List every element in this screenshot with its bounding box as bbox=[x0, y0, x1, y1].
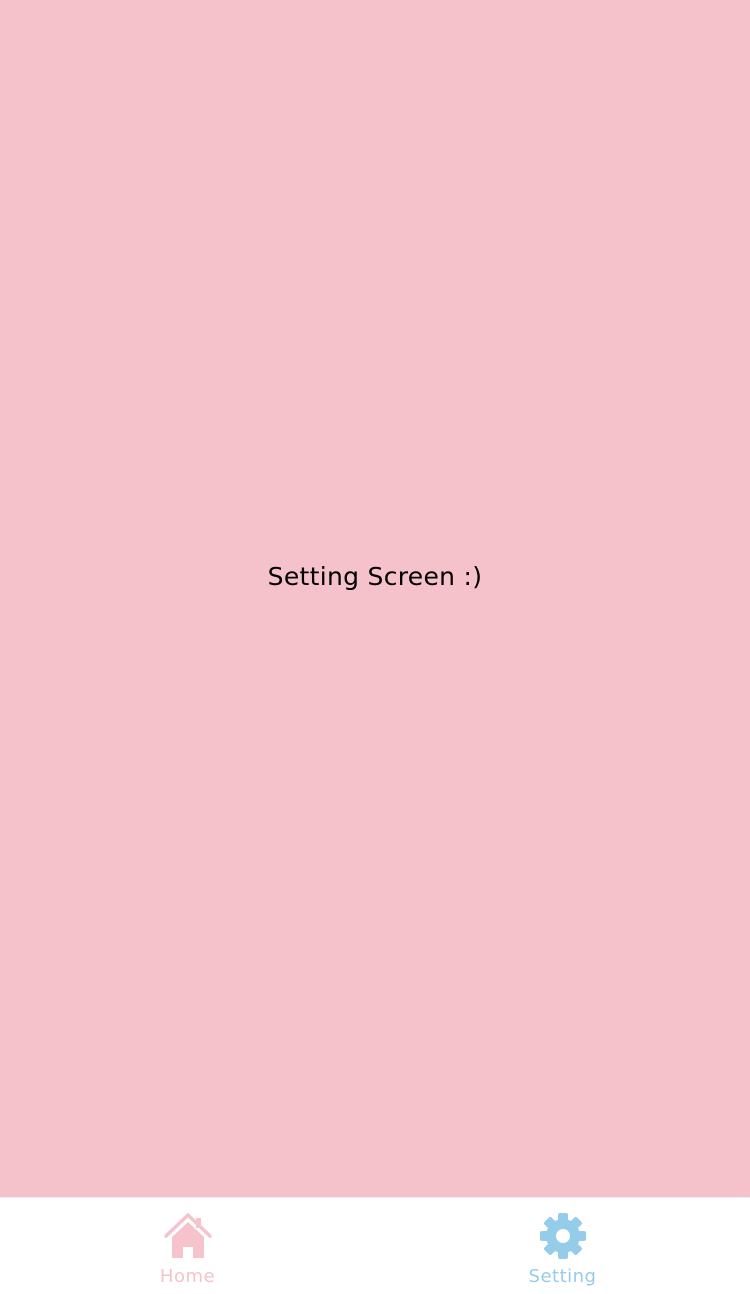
tab-home-label: Home bbox=[159, 1266, 216, 1287]
app-screen: Setting Screen :) Home Setting bbox=[0, 0, 750, 1294]
tab-setting-label: Setting bbox=[528, 1266, 597, 1287]
tab-setting[interactable]: Setting bbox=[375, 1198, 750, 1294]
screen-title: Setting Screen :) bbox=[267, 562, 483, 591]
tab-home[interactable]: Home bbox=[0, 1198, 375, 1294]
setting-screen-content: Setting Screen :) bbox=[0, 0, 750, 1197]
home-icon bbox=[163, 1213, 212, 1258]
bottom-tab-bar: Home Setting bbox=[0, 1197, 750, 1294]
gear-icon bbox=[539, 1213, 586, 1259]
